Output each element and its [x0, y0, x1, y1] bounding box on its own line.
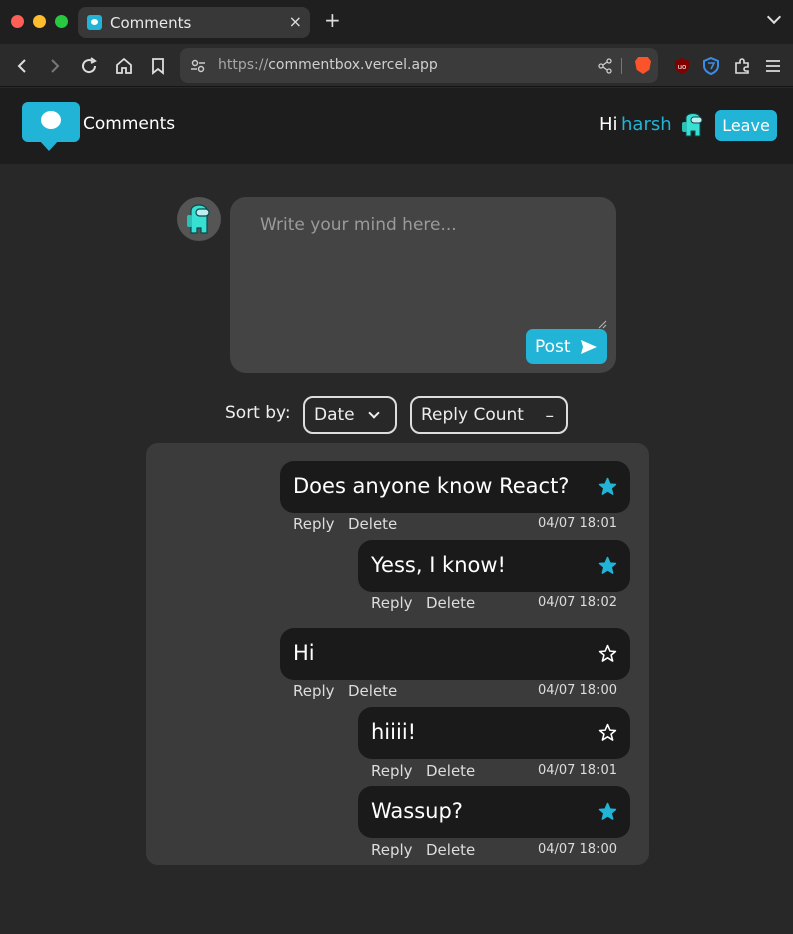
window-close-dot[interactable] [11, 15, 24, 28]
greeting-text: Hi [599, 114, 618, 135]
comment-text: hiiii! [371, 720, 417, 744]
browser-toolbar: https://commentbox.vercel.app uo [0, 44, 793, 87]
comment-timestamp: 04/07 18:01 [537, 516, 617, 531]
reply-bubble: Wassup? [358, 786, 630, 838]
url-protocol: https:// [218, 57, 269, 73]
forward-icon[interactable] [43, 44, 67, 87]
favicon-icon [87, 15, 102, 30]
reply-bubble: hiiii! [358, 707, 630, 759]
username-text: harsh [621, 114, 672, 135]
svg-text:uo: uo [678, 63, 687, 71]
post-button-label: Post [535, 336, 571, 357]
reload-icon[interactable] [77, 44, 101, 87]
brand-name: Comments [83, 114, 176, 134]
reply-link[interactable]: Reply [371, 841, 413, 859]
window-minimize-dot[interactable] [33, 15, 46, 28]
comment-text: Hi [293, 641, 315, 665]
site-settings-icon[interactable] [190, 58, 206, 74]
send-icon [580, 339, 597, 354]
comment-timestamp: 04/07 18:00 [537, 842, 617, 857]
sort-neutral-indicator: – [545, 406, 555, 426]
delete-link[interactable]: Delete [348, 515, 397, 533]
star-icon[interactable] [598, 723, 617, 742]
bookmark-icon[interactable] [146, 44, 170, 87]
vpn-shield-icon[interactable] [700, 44, 722, 87]
browser-tab-bar: Comments × + [0, 0, 793, 44]
composer-avatar [177, 197, 221, 241]
crewmate-avatar-icon [187, 204, 210, 234]
ublock-icon[interactable]: uo [671, 44, 693, 87]
delete-link[interactable]: Delete [426, 841, 475, 859]
comment-logo-icon [22, 102, 80, 151]
comment-timestamp: 04/07 18:02 [537, 595, 617, 610]
back-icon[interactable] [10, 44, 34, 87]
url-text: https://commentbox.vercel.app [218, 57, 438, 73]
reply-link[interactable]: Reply [293, 515, 335, 533]
post-button[interactable]: Post [526, 329, 607, 364]
sort-date-label: Date [314, 405, 355, 425]
comment-input[interactable] [230, 197, 608, 329]
comment-actions: Reply Delete 04/07 18:00 [293, 682, 617, 702]
sort-reply-count-button[interactable]: Reply Count – [410, 396, 568, 434]
chevron-down-icon [368, 407, 380, 419]
comment-actions: Reply Delete 04/07 18:01 [293, 515, 617, 535]
brave-shields-icon[interactable] [635, 57, 651, 74]
window-maximize-dot[interactable] [55, 15, 68, 28]
resize-grip-icon[interactable] [597, 319, 607, 329]
delete-link[interactable]: Delete [426, 762, 475, 780]
comment-text: Does anyone know React? [293, 474, 570, 498]
delete-link[interactable]: Delete [348, 682, 397, 700]
sort-label: Sort by: [225, 403, 291, 423]
address-bar[interactable]: https://commentbox.vercel.app [180, 48, 658, 83]
browser-tab[interactable]: Comments × [78, 7, 310, 38]
comment-actions: Reply Delete 04/07 18:02 [371, 594, 617, 614]
reply-link[interactable]: Reply [371, 594, 413, 612]
comment-timestamp: 04/07 18:01 [537, 763, 617, 778]
extensions-icon[interactable] [731, 44, 753, 87]
star-icon[interactable] [598, 644, 617, 663]
leave-button[interactable]: Leave [715, 110, 777, 141]
star-icon[interactable] [598, 556, 617, 575]
url-divider [621, 58, 622, 74]
comment-timestamp: 04/07 18:00 [537, 683, 617, 698]
comment-text: Wassup? [371, 799, 463, 823]
app-header: Comments Hi harsh Leave [0, 88, 793, 164]
sort-reply-label: Reply Count [421, 405, 524, 425]
delete-link[interactable]: Delete [426, 594, 475, 612]
sort-date-dropdown[interactable]: Date [303, 396, 397, 434]
star-icon[interactable] [598, 802, 617, 821]
reply-link[interactable]: Reply [293, 682, 335, 700]
user-avatar-icon [682, 113, 703, 137]
share-icon[interactable] [597, 58, 613, 74]
reply-bubble: Yess, I know! [358, 540, 630, 592]
star-icon[interactable] [598, 477, 617, 496]
comment-bubble: Does anyone know React? [280, 461, 630, 513]
new-tab-icon[interactable]: + [324, 10, 341, 30]
reply-link[interactable]: Reply [371, 762, 413, 780]
url-host: commentbox.vercel.app [268, 57, 438, 73]
comment-bubble: Hi [280, 628, 630, 680]
comment-actions: Reply Delete 04/07 18:01 [371, 762, 617, 782]
tab-close-icon[interactable]: × [289, 12, 302, 31]
menu-icon[interactable] [762, 44, 784, 87]
home-icon[interactable] [112, 44, 136, 87]
comment-text: Yess, I know! [371, 553, 506, 577]
tab-list-chevron-icon[interactable] [766, 9, 782, 25]
tab-title: Comments [110, 14, 192, 32]
comment-actions: Reply Delete 04/07 18:00 [371, 841, 617, 861]
